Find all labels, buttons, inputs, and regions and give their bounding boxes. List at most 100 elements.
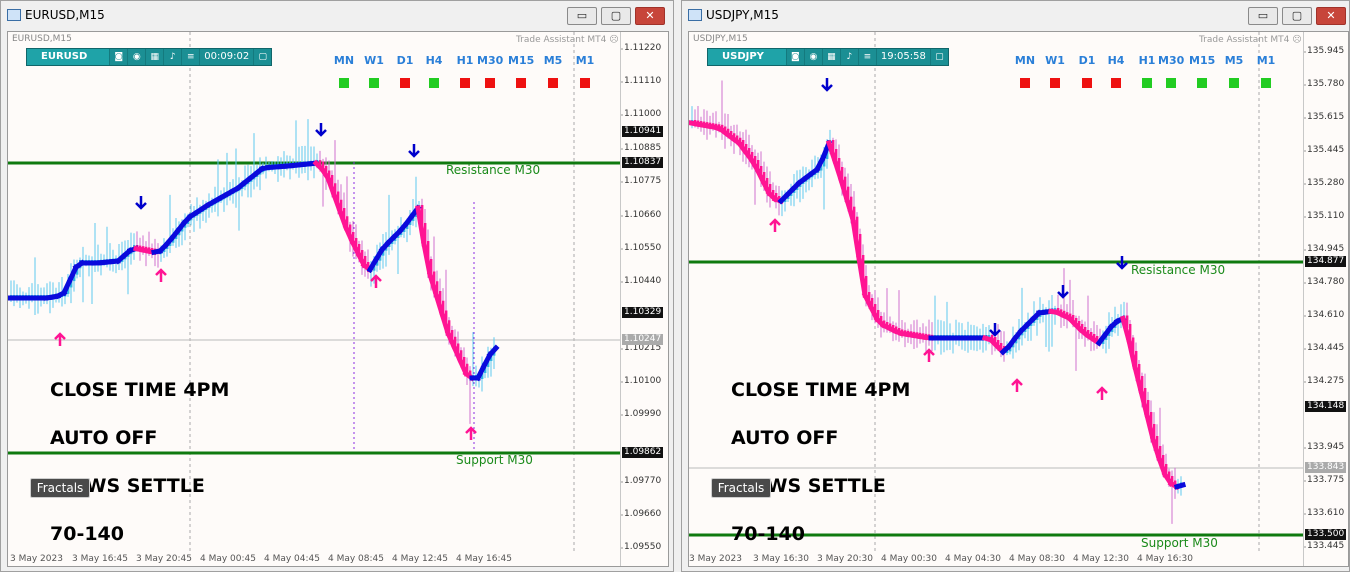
timeframe-label-w1: W1 — [1045, 54, 1065, 67]
smiley-icon: ☹ — [609, 35, 619, 45]
bell-icon[interactable]: ♪ — [839, 49, 858, 65]
menu-icon[interactable]: ≡ — [181, 49, 199, 65]
current-price-box: 1.10329 — [622, 307, 664, 318]
maximize-button[interactable]: ▢ — [601, 7, 631, 25]
buy-arrow-icon — [923, 348, 935, 362]
buy-arrow-icon — [155, 268, 167, 282]
note-line: AUTO OFF — [50, 427, 158, 449]
price-tick-label: 1.09990 — [624, 409, 662, 419]
price-tick-label: 1.10550 — [624, 243, 662, 253]
eye-icon[interactable]: ◉ — [127, 49, 145, 65]
buy-arrow-icon — [1096, 386, 1108, 400]
chart-header-label: USDJPY,M15 — [693, 34, 748, 44]
minimize-button[interactable]: ▭ — [1248, 7, 1278, 25]
time-tick-label: 4 May 12:45 — [392, 554, 448, 564]
calendar-icon[interactable]: ▦ — [821, 49, 840, 65]
chart-window-eurusd[interactable]: EURUSD,M15 ▭ ▢ ✕ EURUSD,M15 Trade Assist… — [0, 0, 674, 572]
timeframe-status-h1 — [1142, 78, 1152, 88]
time-tick-label: 4 May 04:45 — [264, 554, 320, 564]
close-button[interactable]: ✕ — [1316, 7, 1346, 25]
timeframe-status-d1 — [1082, 78, 1092, 88]
price-tick-label: 1.11000 — [624, 109, 662, 119]
timeframe-label-h4: H4 — [425, 54, 443, 67]
note-text: CLOSE TIME 4PM AUTO OFF NEWS SETTLE 70-1… — [50, 350, 229, 566]
candle-timer: 00:09:02 — [199, 49, 253, 65]
symbol-label[interactable]: EURUSD — [27, 49, 110, 65]
current-price-box: 1.09862 — [622, 447, 664, 458]
timeframe-label-h1: H1 — [1138, 54, 1156, 67]
symbol-label[interactable]: USDJPY — [708, 49, 786, 65]
sell-arrow-icon — [408, 144, 420, 158]
price-tick-label: 1.11220 — [624, 43, 662, 53]
camera-icon[interactable]: ◙ — [109, 49, 127, 65]
title-bar[interactable]: USDJPY,M15 ▭ ▢ ✕ — [682, 1, 1349, 31]
price-tick-label: 135.110 — [1307, 211, 1345, 221]
resistance-label: Resistance M30 — [446, 163, 541, 177]
timeframe-status-h1 — [460, 78, 470, 88]
fractals-button[interactable]: Fractals — [711, 478, 771, 498]
window-icon[interactable]: ▢ — [253, 49, 271, 65]
menu-icon[interactable]: ≡ — [857, 49, 876, 65]
window-icon[interactable]: ▢ — [929, 49, 948, 65]
timeframe-label-w1: W1 — [364, 54, 384, 67]
calendar-icon[interactable]: ▦ — [145, 49, 163, 65]
chart-header-label: EURUSD,M15 — [12, 34, 72, 44]
note-text: CLOSE TIME 4PM AUTO OFF NEWS SETTLE 70-1… — [731, 350, 910, 566]
price-axis-separator — [620, 32, 621, 566]
close-button[interactable]: ✕ — [635, 7, 665, 25]
time-tick-label: 4 May 16:30 — [1137, 554, 1193, 564]
price-chart[interactable]: EURUSD,M15 Trade Assistant MT4 ☹ EURUSD … — [7, 31, 669, 567]
timeframe-status-m30 — [1166, 78, 1176, 88]
timeframe-status-mn — [1020, 78, 1030, 88]
maximize-button[interactable]: ▢ — [1282, 7, 1312, 25]
trade-toolbar[interactable]: USDJPY ◙ ◉ ▦ ♪ ≡ 19:05:58 ▢ — [707, 48, 949, 66]
chart-window-icon — [7, 9, 21, 21]
price-tick-label: 1.09550 — [624, 542, 662, 552]
price-tick-label: 135.445 — [1307, 145, 1345, 155]
price-tick-label: 133.945 — [1307, 442, 1345, 452]
price-tick-label: 1.10100 — [624, 376, 662, 386]
time-tick-label: 4 May 08:30 — [1009, 554, 1065, 564]
fractals-button[interactable]: Fractals — [30, 478, 90, 498]
eye-icon[interactable]: ◉ — [803, 49, 822, 65]
chart-window-usdjpy[interactable]: USDJPY,M15 ▭ ▢ ✕ USDJPY,M15 Trade Assist… — [681, 0, 1350, 572]
sell-arrow-icon — [315, 123, 327, 137]
timeframe-status-m1 — [580, 78, 590, 88]
trend-line-segment — [1173, 481, 1187, 490]
title-bar[interactable]: EURUSD,M15 ▭ ▢ ✕ — [1, 1, 673, 31]
trade-toolbar[interactable]: EURUSD ◙ ◉ ▦ ♪ ≡ 00:09:02 ▢ — [26, 48, 273, 66]
minimize-button[interactable]: ▭ — [567, 7, 597, 25]
sell-arrow-icon — [1057, 285, 1069, 299]
price-tick-label: 133.610 — [1307, 508, 1345, 518]
timeframe-status-w1 — [1050, 78, 1060, 88]
window-title: EURUSD,M15 — [25, 8, 105, 22]
price-tick-label: 133.445 — [1307, 541, 1345, 551]
price-tick-label: 1.10660 — [624, 210, 662, 220]
camera-icon[interactable]: ◙ — [785, 49, 804, 65]
price-axis-separator — [1303, 32, 1304, 566]
price-tick-label: 1.09770 — [624, 476, 662, 486]
current-price-box: 1.10941 — [622, 126, 664, 137]
smiley-icon: ☹ — [1292, 35, 1302, 45]
time-tick-label: 4 May 08:45 — [328, 554, 384, 564]
price-tick-label: 134.780 — [1307, 277, 1345, 287]
timeframe-label-mn: MN — [1014, 54, 1036, 67]
price-tick-label: 1.11110 — [624, 76, 662, 86]
price-tick-label: 133.775 — [1307, 475, 1345, 485]
price-tick-label: 134.275 — [1307, 376, 1345, 386]
candle-timer: 19:05:58 — [875, 49, 930, 65]
timeframe-status-w1 — [369, 78, 379, 88]
price-tick-label: 135.945 — [1307, 46, 1345, 56]
timeframe-label-m15: M15 — [1189, 54, 1216, 67]
timeframe-status-m30 — [485, 78, 495, 88]
bell-icon[interactable]: ♪ — [163, 49, 181, 65]
current-price-box: 1.10837 — [622, 157, 664, 168]
current-price-box: 133.500 — [1305, 529, 1347, 540]
time-tick-label: 4 May 16:45 — [456, 554, 512, 564]
timeframe-status-h4 — [1111, 78, 1121, 88]
current-price-box: 134.148 — [1305, 401, 1347, 412]
note-line: AUTO OFF — [731, 427, 839, 449]
timeframe-status-m15 — [1197, 78, 1207, 88]
timeframe-label-mn: MN — [333, 54, 355, 67]
price-chart[interactable]: USDJPY,M15 Trade Assistant MT4 ☹ USDJPY … — [688, 31, 1349, 567]
